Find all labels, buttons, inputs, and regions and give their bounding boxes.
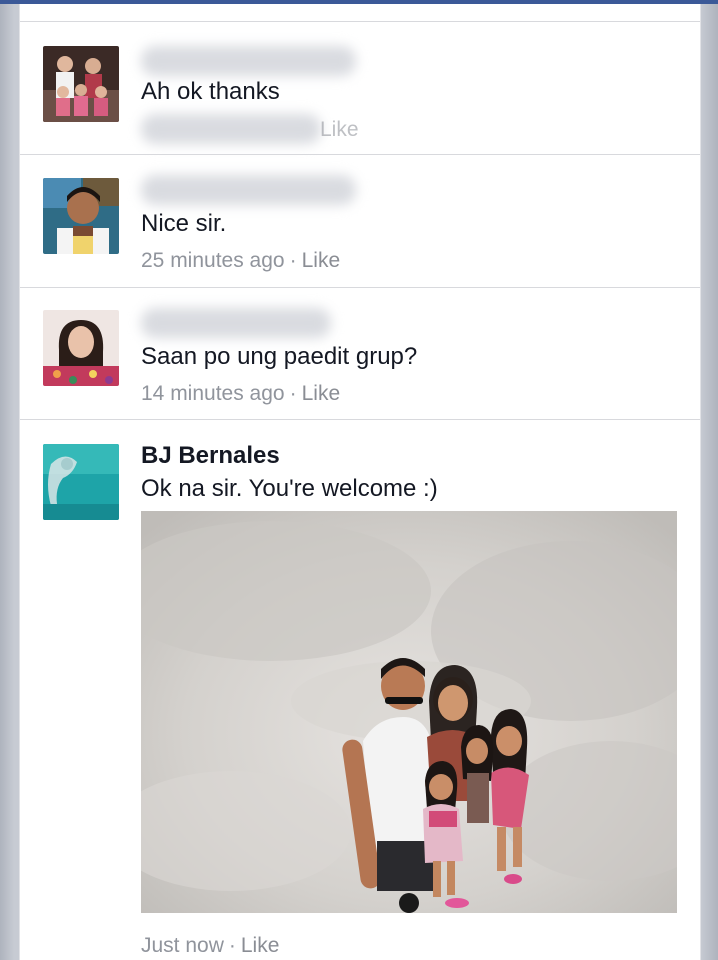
comment-text: Nice sir. bbox=[141, 210, 227, 237]
comment-text: Ok na sir. You're welcome :) bbox=[141, 475, 438, 502]
comments-list: Ah ok thanks Like Nice sir. 25 minutes a… bbox=[19, 4, 701, 960]
comment-item: Nice sir. 25 minutes ago · Like bbox=[20, 155, 700, 287]
commenter-name[interactable]: BJ Bernales bbox=[141, 442, 280, 470]
separator-dot: · bbox=[289, 382, 297, 405]
comment-actions: 25 minutes ago · Like bbox=[141, 249, 340, 273]
comment-actions: 14 minutes ago · Like bbox=[141, 382, 340, 406]
comment-text: Saan po ung paedit grup? bbox=[141, 343, 418, 370]
comment-actions: Just now · Like bbox=[141, 934, 279, 958]
commenter-name-redacted bbox=[141, 175, 356, 205]
comment-photo[interactable] bbox=[141, 511, 677, 913]
like-link[interactable]: Like bbox=[320, 118, 359, 141]
comment-item: BJ Bernales Ok na sir. You're welcome :) bbox=[20, 420, 700, 960]
comment-item: Ah ok thanks Like bbox=[20, 22, 700, 154]
comment-timestamp: 14 minutes ago bbox=[141, 382, 285, 405]
avatar[interactable] bbox=[43, 444, 119, 520]
device-frame: Ah ok thanks Like Nice sir. 25 minutes a… bbox=[0, 0, 718, 960]
separator-dot: · bbox=[289, 249, 297, 272]
avatar[interactable] bbox=[43, 46, 119, 122]
avatar[interactable] bbox=[43, 310, 119, 386]
like-link[interactable]: Like bbox=[241, 934, 280, 957]
commenter-name-redacted bbox=[141, 308, 331, 338]
comment-text: Ah ok thanks bbox=[141, 78, 280, 105]
comment-actions: Like bbox=[320, 118, 359, 142]
commenter-name-redacted bbox=[141, 46, 356, 76]
comment-timestamp: Just now bbox=[141, 934, 224, 957]
like-link[interactable]: Like bbox=[302, 382, 341, 405]
comment-time-redacted bbox=[141, 114, 321, 144]
comment-item: Saan po ung paedit grup? 14 minutes ago ·… bbox=[20, 288, 700, 420]
avatar[interactable] bbox=[43, 178, 119, 254]
comment-timestamp: 25 minutes ago bbox=[141, 249, 285, 272]
separator-dot: · bbox=[228, 934, 236, 957]
like-link[interactable]: Like bbox=[302, 249, 341, 272]
